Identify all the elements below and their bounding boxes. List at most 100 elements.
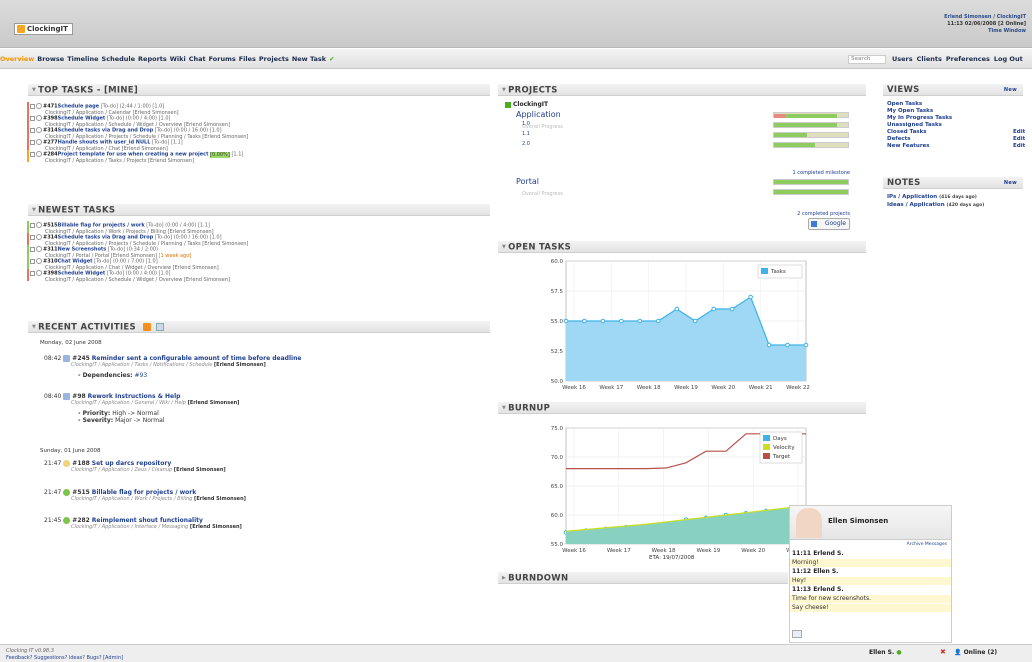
nav-item-browse[interactable]: Browse (37, 55, 64, 63)
edit-view-link[interactable]: Edit (1013, 143, 1025, 149)
clock-icon[interactable] (36, 270, 42, 276)
checkbox[interactable] (30, 234, 35, 240)
nav-item-new-task[interactable]: New Task (292, 55, 326, 63)
data-point (582, 318, 587, 324)
nav-item-forums[interactable]: Forums (209, 55, 236, 63)
nav-item-wiki[interactable]: Wiki (170, 55, 186, 63)
chat-tab-ellen[interactable]: Ellen S. ● (869, 650, 902, 656)
feedback-links[interactable]: Feedback? Suggestions? Ideas? Bugs? [Adm… (6, 655, 123, 661)
note-link[interactable]: IPs / Application (416 days ago) (887, 194, 977, 202)
task-row[interactable]: #284Project template for use when creati… (27, 150, 243, 164)
calendar-icon[interactable] (156, 323, 165, 331)
checkbox[interactable] (30, 115, 35, 121)
clock-icon[interactable] (36, 246, 42, 252)
task-row[interactable]: #314Schedule tasks via Drag and Drop [To… (27, 126, 248, 140)
new-note-link[interactable]: New (1004, 177, 1017, 189)
milestone-label[interactable]: 1.0 (522, 121, 530, 127)
clock-icon[interactable] (36, 222, 42, 228)
milestone-label[interactable]: 2.0 (522, 141, 530, 147)
checkbox[interactable] (30, 103, 35, 109)
edit-view-link[interactable]: Edit (1013, 136, 1025, 142)
data-point (563, 318, 569, 324)
nav-item-overview[interactable]: Overview (0, 55, 34, 63)
view-link[interactable]: Defects (887, 136, 911, 143)
activity-title[interactable]: Reminder sent a configurable amount of t… (92, 355, 302, 362)
task-row[interactable]: #314Schedule tasks via Drag and Drop [To… (27, 233, 248, 247)
task-icon (63, 393, 71, 400)
task-row[interactable]: #311New Screenshots [To-do] (0:34 / 2:00… (27, 245, 191, 259)
data-point (766, 342, 772, 348)
user-line[interactable]: Erlend Simonsen / ClockingIT (944, 14, 1026, 21)
nav-item-files[interactable]: Files (239, 55, 256, 63)
checkbox[interactable] (30, 151, 35, 157)
nav-right-preferences[interactable]: Preferences (946, 55, 990, 63)
task-row[interactable]: #277Handle shouts with user_id NULL [To-… (27, 138, 183, 152)
online-users-button[interactable]: 👤 Online (2) (954, 650, 997, 656)
google-button[interactable]: Google (808, 218, 850, 230)
view-link[interactable]: New Features (887, 143, 930, 150)
clock-icon[interactable] (36, 234, 42, 240)
clock-icon[interactable] (36, 258, 42, 264)
new-view-link[interactable]: New (1004, 84, 1017, 96)
project-name[interactable]: Application (516, 110, 561, 119)
x-tick-label: Week 16 (562, 548, 586, 554)
nav-right-users[interactable]: Users (892, 55, 913, 63)
nav-item-timeline[interactable]: Timeline (67, 55, 98, 63)
checkbox[interactable] (30, 258, 35, 264)
activity-title[interactable]: Rework Instructions & Help (88, 393, 181, 400)
task-row[interactable]: #310Chat Widget [To-do] (0:00 / 7:00) [1… (27, 257, 219, 271)
activity-title[interactable]: Set up darcs repository (92, 460, 171, 467)
rss-icon[interactable] (143, 323, 152, 331)
clock-icon[interactable] (36, 127, 42, 133)
nav-item-projects[interactable]: Projects (259, 55, 289, 63)
edit-view-link[interactable]: Edit (1013, 129, 1025, 135)
view-link[interactable]: Open Tasks (887, 101, 922, 108)
nav-item-schedule[interactable]: Schedule (102, 55, 136, 63)
activity-title[interactable]: Reimplement shout functionality (92, 517, 203, 524)
recent-activities-header[interactable]: ▼ RECENT ACTIVITIES (28, 321, 490, 333)
clock-icon[interactable] (36, 115, 42, 121)
clock-icon[interactable] (36, 103, 42, 109)
milestones-link[interactable]: 1 completed milestone (700, 170, 850, 176)
task-row[interactable]: #471Schedule page [To-do] (2:44 / 1:00) … (27, 102, 179, 116)
nav-item-chat[interactable]: Chat (189, 55, 206, 63)
checkbox[interactable] (30, 127, 35, 133)
checkbox[interactable] (30, 222, 35, 228)
view-link[interactable]: My In Progress Tasks (887, 115, 952, 122)
view-link[interactable]: My Open Tasks (887, 108, 933, 115)
search-input[interactable]: Search (848, 55, 886, 64)
projects-header[interactable]: ▼ PROJECTS (498, 84, 866, 96)
task-path-text: ClockingIT / Application / Schedule / Wi… (45, 276, 230, 283)
open-tasks-header[interactable]: ▼ OPEN TASKS (498, 241, 866, 253)
checkbox[interactable] (30, 139, 35, 145)
activity-title[interactable]: Billable flag for projects / work (92, 489, 196, 496)
burndown-header[interactable]: ▶ BURNDOWN (498, 572, 788, 584)
view-link[interactable]: Unassigned Tasks (887, 122, 942, 129)
task-row[interactable]: #515Billable flag for projects / work [T… (27, 221, 214, 235)
chat-input-icon[interactable] (792, 630, 802, 638)
section-title: BURNUP (508, 403, 551, 414)
task-row[interactable]: #398Schedule Widget [To-do] (0:00 / 4:00… (27, 114, 230, 128)
project-root[interactable]: ClockingIT (505, 101, 548, 108)
note-link[interactable]: Ideas / Application (420 days ago) (887, 202, 984, 210)
newest-tasks-header[interactable]: ▼ NEWEST TASKS (28, 204, 490, 216)
nav-right-log-out[interactable]: Log Out (994, 55, 1023, 63)
checkbox[interactable] (30, 270, 35, 276)
clock-icon[interactable] (36, 151, 42, 157)
project-name[interactable]: Portal (516, 177, 539, 186)
chat-header[interactable]: Ellen Simonsen (790, 506, 951, 540)
milestones-link[interactable]: 2 completed projects (700, 211, 850, 217)
milestone-label[interactable]: 1.1 (522, 131, 530, 137)
burnup-header[interactable]: ▼ BURNUP (498, 402, 866, 414)
clock-icon[interactable] (36, 139, 42, 145)
view-link[interactable]: Closed Tasks (887, 129, 927, 136)
nav-right-clients[interactable]: Clients (917, 55, 942, 63)
checkbox[interactable] (30, 246, 35, 252)
task-row[interactable]: #398Schedule Widget [To-do] (0:00 / 4:00… (27, 269, 230, 283)
app-logo[interactable]: ClockingIT (14, 23, 73, 35)
nav-item-reports[interactable]: Reports (138, 55, 167, 63)
archive-messages-link[interactable]: Archive Messages (907, 542, 947, 547)
close-icon[interactable]: ✖ (940, 649, 946, 656)
time-window-link[interactable]: Time Window (944, 28, 1026, 35)
top-tasks-header[interactable]: ▼ TOP TASKS - [MINE] (28, 84, 490, 96)
